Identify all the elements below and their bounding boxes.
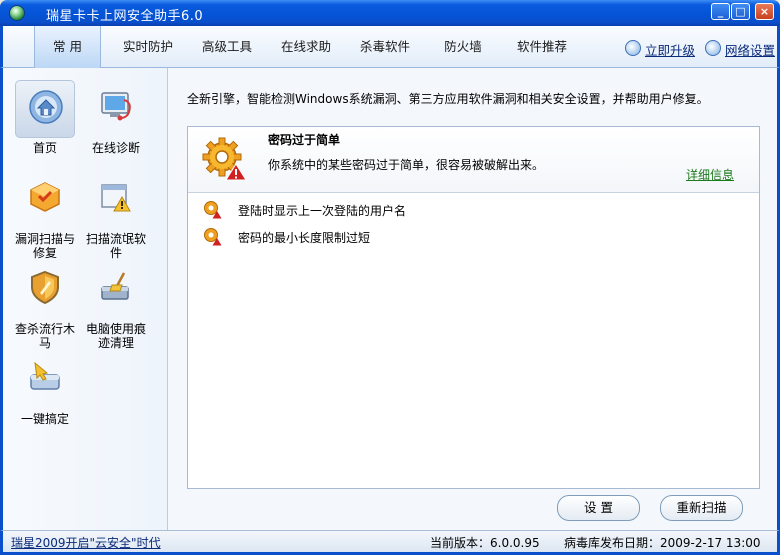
close-button[interactable]: ×	[755, 3, 774, 20]
tab-realtime-protection[interactable]: 实时防护	[113, 26, 183, 68]
sub-issue-label: 密码的最小长度限制过短	[238, 231, 371, 245]
tab-common[interactable]: 常 用	[34, 26, 101, 68]
intro-text: 全新引擎，智能检测Windows系统漏洞、第三方应用软件漏洞和相关安全设置，并帮…	[187, 92, 709, 106]
home-icon	[29, 90, 63, 124]
sidebar-item-one-click[interactable]: 一键搞定	[13, 351, 77, 426]
sidebar-item-box	[15, 261, 75, 319]
sidebar-item-label: 扫描流氓软件	[85, 232, 146, 260]
sidebar-item-label: 电脑使用痕迹清理	[85, 322, 146, 350]
rescan-button[interactable]: 重新扫描	[660, 495, 743, 521]
status-bar: 瑞星2009开启"云安全"时代 当前版本：6.0.0.95 病毒库发布日期：20…	[0, 530, 780, 555]
sidebar-item-box	[86, 171, 146, 229]
sidebar-item-label: 漏洞扫描与修复	[14, 232, 75, 260]
virus-db-date: 病毒库发布日期：2009-2-17 13:00	[564, 536, 761, 550]
tab-advanced-tools[interactable]: 高级工具	[192, 26, 262, 68]
network-icon	[705, 40, 721, 56]
vulnerability-icon	[30, 182, 60, 212]
sidebar-item-trace-cleanup[interactable]: 电脑使用痕迹清理	[84, 261, 148, 350]
sidebar-item-label: 查杀流行木马	[14, 322, 75, 350]
sidebar-item-box	[86, 261, 146, 319]
sidebar-item-home[interactable]: 首页	[13, 80, 77, 155]
issue-header: 密码过于简单 你系统中的某些密码过于简单，很容易被破解出来。 详细信息	[188, 127, 759, 193]
app-logo-icon	[9, 5, 25, 21]
minimize-button[interactable]: _	[711, 3, 730, 20]
warning-gear-small-icon	[204, 201, 222, 219]
sidebar: 首页 在线诊断 漏洞扫描与修复 扫描流氓软件 查杀流行木马 电脑使用痕迹清理 一…	[3, 68, 168, 530]
tab-antivirus[interactable]: 杀毒软件	[350, 26, 420, 68]
tab-software-recommend[interactable]: 软件推荐	[507, 26, 577, 68]
maximize-button[interactable]: □	[731, 3, 750, 20]
broom-icon	[101, 272, 129, 300]
issue-description: 你系统中的某些密码过于简单，很容易被破解出来。	[268, 158, 545, 172]
tab-firewall[interactable]: 防火墙	[433, 26, 493, 68]
tab-online-help[interactable]: 在线求助	[271, 26, 341, 68]
diagnosis-icon	[101, 92, 131, 121]
scan-results-panel: 密码过于简单 你系统中的某些密码过于简单，很容易被破解出来。 详细信息 登陆时显…	[187, 126, 760, 489]
title-bar[interactable]: 瑞星卡卡上网安全助手6.0 _ □ ×	[0, 0, 780, 26]
rogue-software-icon	[101, 184, 131, 212]
sidebar-item-label: 首页	[32, 141, 57, 155]
network-settings-link[interactable]: 网络设置	[705, 40, 776, 58]
sidebar-item-box	[15, 80, 75, 138]
upgrade-icon	[625, 40, 641, 56]
sidebar-item-box	[15, 171, 75, 229]
slogan-link[interactable]: 瑞星2009开启"云安全"时代	[11, 534, 161, 551]
sidebar-item-rogue-scan[interactable]: 扫描流氓软件	[84, 171, 148, 260]
sidebar-item-box	[15, 351, 75, 409]
network-label: 网络设置	[725, 43, 776, 58]
upgrade-label: 立即升级	[645, 43, 696, 58]
version-text: 当前版本：6.0.0.95	[430, 536, 540, 550]
upgrade-link[interactable]: 立即升级	[625, 40, 696, 58]
sidebar-item-label: 在线诊断	[91, 141, 140, 155]
sidebar-item-box	[86, 80, 146, 138]
sidebar-item-label: 一键搞定	[20, 412, 69, 426]
trojan-shield-icon	[31, 270, 59, 305]
warning-gear-icon	[202, 137, 247, 181]
settings-button[interactable]: 设 置	[557, 495, 640, 521]
sub-issue-label: 登陆时显示上一次登陆的用户名	[238, 204, 407, 218]
warning-gear-small-icon	[204, 228, 222, 246]
details-link[interactable]: 详细信息	[686, 166, 734, 183]
sidebar-item-diagnosis[interactable]: 在线诊断	[84, 80, 148, 155]
issue-title: 密码过于简单	[268, 133, 341, 147]
sidebar-item-vulnerability-scan[interactable]: 漏洞扫描与修复	[13, 171, 77, 260]
nav-bar: 常 用 实时防护 高级工具 在线求助 杀毒软件 防火墙 软件推荐 立即升级 网络…	[0, 26, 780, 68]
main-content: 全新引擎，智能检测Windows系统漏洞、第三方应用软件漏洞和相关安全设置，并帮…	[170, 68, 775, 530]
sidebar-item-trojan-kill[interactable]: 查杀流行木马	[13, 261, 77, 350]
window-title: 瑞星卡卡上网安全助手6.0	[46, 9, 204, 24]
one-click-icon	[30, 361, 60, 390]
